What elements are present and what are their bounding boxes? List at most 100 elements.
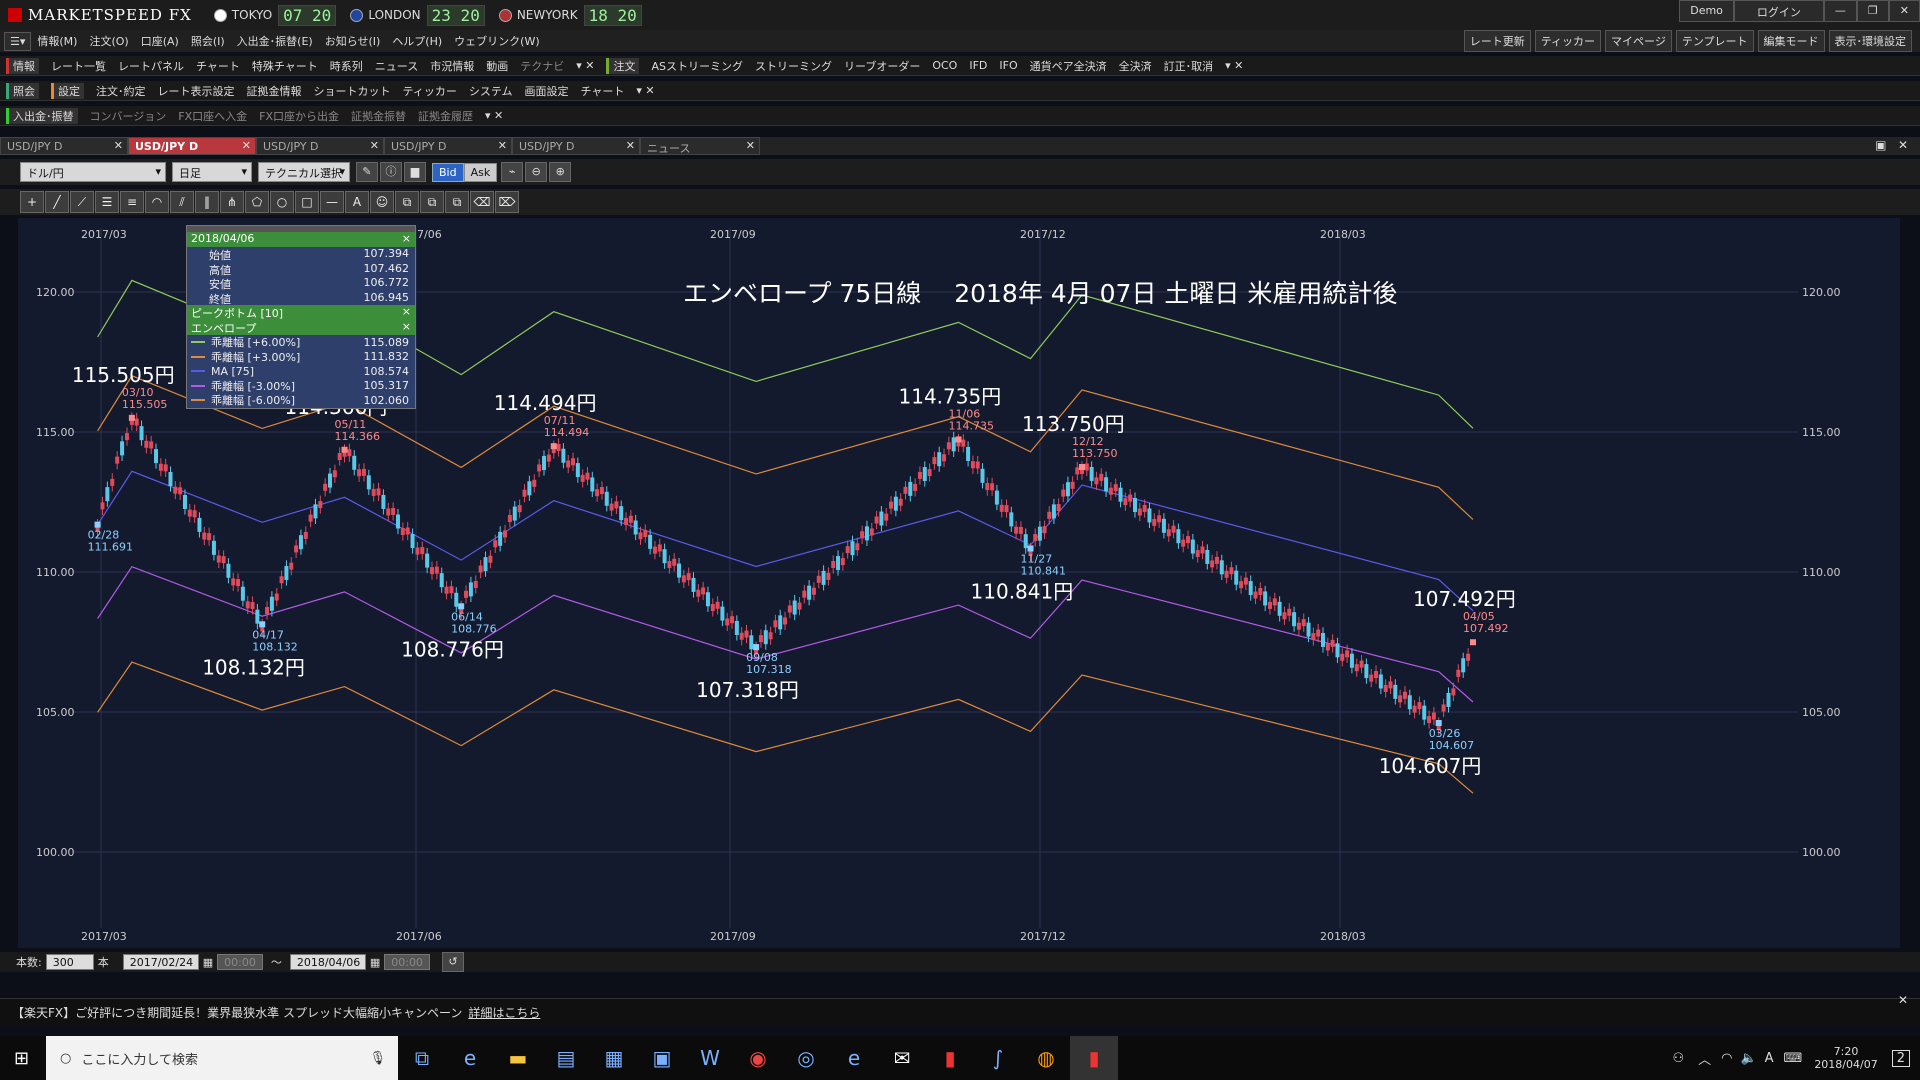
tab-news[interactable]: ニュース ✕ xyxy=(640,137,760,155)
rectangle-icon[interactable]: □ xyxy=(295,191,319,213)
text-icon[interactable]: A xyxy=(345,191,369,213)
toolbar-item[interactable]: 全決済 xyxy=(1119,58,1152,74)
toolbar-item[interactable]: IFD xyxy=(969,59,987,72)
restore-icon[interactable]: ❐ xyxy=(1856,0,1889,22)
to-date-input[interactable]: 2018/04/06 xyxy=(289,954,366,970)
trendline-icon[interactable]: ╱ xyxy=(45,191,69,213)
close-icon[interactable]: ✕ xyxy=(1898,993,1908,1007)
close-icon[interactable]: × xyxy=(402,305,411,320)
template-button[interactable]: テンプレート xyxy=(1675,30,1754,52)
word-icon[interactable]: W xyxy=(686,1036,734,1080)
menu-account[interactable]: 口座(A) xyxy=(141,33,179,49)
tab-chart-3[interactable]: USD/JPY D ✕ xyxy=(256,137,384,155)
close-icon[interactable]: ✕ xyxy=(370,139,379,152)
toolbar-item[interactable]: 証拠金情報 xyxy=(247,83,302,99)
vertical-lines-icon[interactable]: ‖ xyxy=(195,191,219,213)
chrome-icon[interactable]: ◉ xyxy=(734,1036,782,1080)
close-icon[interactable]: × xyxy=(402,320,411,335)
toolbar-item[interactable]: 市況情報 xyxy=(430,58,474,74)
menu-weblink[interactable]: ウェブリンク(W) xyxy=(454,33,539,49)
menu-toggle-icon[interactable]: ☰▾ xyxy=(4,31,32,51)
toolbar-item[interactable]: FX口座へ入金 xyxy=(178,108,247,124)
tab-chart-5[interactable]: USD/JPY D ✕ xyxy=(512,137,640,155)
toolbar-inquiry-label[interactable]: 照会 xyxy=(6,82,39,99)
info-panel[interactable]: 2018/04/06 × 始値 107.394 高値 107.462 安値 106.77… xyxy=(186,225,416,409)
edit-mode-button[interactable]: 編集モード xyxy=(1757,30,1825,52)
tab-chart-1[interactable]: USD/JPY D ✕ xyxy=(0,137,128,155)
toolbar-item[interactable]: コンバージョン xyxy=(90,108,167,124)
toolbar-close-icon[interactable]: ▾ ✕ xyxy=(576,59,594,72)
paste-icon[interactable]: ⧉ xyxy=(420,191,444,213)
chevron-up-icon[interactable]: ︿ xyxy=(1698,1049,1711,1068)
app-icon[interactable]: ∫ xyxy=(974,1036,1022,1080)
toolbar-item[interactable]: 特殊チャート xyxy=(252,58,318,74)
toolbar-close-icon[interactable]: ▾ ✕ xyxy=(1225,59,1243,72)
campaign-link[interactable]: 詳細はこちら xyxy=(468,1004,540,1021)
horizontal-lines-icon[interactable]: ☰ xyxy=(95,191,119,213)
marketspeed-fx-icon[interactable]: ▮ xyxy=(1070,1036,1118,1080)
duplicate-icon[interactable]: ⧉ xyxy=(445,191,469,213)
wifi-icon[interactable]: ◠ xyxy=(1721,1051,1732,1066)
toolbar-item[interactable]: 画面設定 xyxy=(525,83,569,99)
toolbar-order-label[interactable]: 注文 xyxy=(606,57,640,74)
close-icon[interactable]: ✕ xyxy=(242,139,251,152)
toolbar-deposit-label[interactable]: 入出金･振替 xyxy=(6,107,78,124)
toolbar-item[interactable]: レート表示設定 xyxy=(158,83,235,99)
toolbar-item[interactable]: 注文･約定 xyxy=(96,83,146,99)
close-icon[interactable]: ✕ xyxy=(1898,138,1908,152)
refresh-icon[interactable]: ↺ xyxy=(441,952,464,972)
edge-icon[interactable]: e xyxy=(830,1036,878,1080)
demo-button[interactable]: Demo xyxy=(1679,0,1734,22)
marketspeed-icon[interactable]: ▮ xyxy=(926,1036,974,1080)
menu-info[interactable]: 情報(M) xyxy=(37,33,77,49)
menu-inquiry[interactable]: 照会(I) xyxy=(191,33,225,49)
arc-icon[interactable]: ◠ xyxy=(145,191,169,213)
mail-icon[interactable]: ✉ xyxy=(878,1036,926,1080)
explorer-icon[interactable]: ▬ xyxy=(494,1036,542,1080)
toolbar-item[interactable]: テクナビ xyxy=(520,58,564,74)
toolbar-item[interactable]: 動画 xyxy=(486,58,508,74)
app-icon[interactable]: ◎ xyxy=(782,1036,830,1080)
technical-select[interactable]: テクニカル選択 xyxy=(258,162,350,182)
toolbar-item[interactable]: ショートカット xyxy=(314,83,391,99)
channel-icon[interactable]: ≡ xyxy=(120,191,144,213)
from-date-input[interactable]: 2017/02/24 xyxy=(122,954,199,970)
copy-icon[interactable]: ⧉ xyxy=(395,191,419,213)
close-icon[interactable]: ✕ xyxy=(626,139,635,152)
eraser-all-icon[interactable]: ⌦ xyxy=(495,191,519,213)
close-icon[interactable]: ✕ xyxy=(1888,0,1920,22)
ime-indicator[interactable]: A xyxy=(1765,1051,1774,1066)
toolbar-settings-label[interactable]: 設定 xyxy=(51,82,84,99)
close-icon[interactable]: ✕ xyxy=(114,139,123,152)
pitchfork-icon[interactable]: ⋔ xyxy=(220,191,244,213)
crosshair-icon[interactable]: + xyxy=(20,191,44,213)
hline-icon[interactable]: — xyxy=(320,191,344,213)
toolbar-item[interactable]: チャート xyxy=(581,83,625,99)
calculator-icon[interactable]: ▦ xyxy=(590,1036,638,1080)
close-icon[interactable]: ✕ xyxy=(746,139,755,152)
pair-select[interactable]: ドル/円 xyxy=(20,162,166,182)
ticker-button[interactable]: ティッカー xyxy=(1534,30,1602,52)
toolbar-item[interactable]: ストリーミング xyxy=(755,58,832,74)
toolbar-item[interactable]: レートパネル xyxy=(118,58,184,74)
info-icon[interactable]: ⓘ xyxy=(380,162,402,182)
toolbar-item[interactable]: IFO xyxy=(999,59,1017,72)
keyboard-icon[interactable]: ⌨ xyxy=(1784,1051,1803,1066)
toolbar-item[interactable]: チャート xyxy=(196,58,240,74)
toolbar-item[interactable]: リーブオーダー xyxy=(844,58,920,74)
app-icon[interactable]: ◍ xyxy=(1022,1036,1070,1080)
fan-icon[interactable]: ⫽ xyxy=(170,191,194,213)
ask-toggle[interactable]: Ask xyxy=(463,162,498,182)
menu-help[interactable]: ヘルプ(H) xyxy=(392,33,442,49)
people-icon[interactable]: ⚇ xyxy=(1672,1051,1684,1066)
menu-deposit[interactable]: 入出金･振替(E) xyxy=(237,33,313,49)
mypage-button[interactable]: マイページ xyxy=(1605,30,1672,52)
menu-notice[interactable]: お知らせ(I) xyxy=(325,33,381,49)
toolbar-item[interactable]: ASストリーミング xyxy=(651,58,743,74)
clock[interactable]: 7:20 2018/04/07 xyxy=(1814,1045,1877,1071)
to-time-input[interactable]: 00:00 xyxy=(384,954,430,970)
icon-stamp-icon[interactable]: ☺ xyxy=(370,191,394,213)
toolbar-item[interactable]: 訂正･取消 xyxy=(1164,58,1214,74)
mic-icon[interactable]: 🎙 xyxy=(369,1051,386,1066)
from-time-input[interactable]: 00:00 xyxy=(217,954,263,970)
